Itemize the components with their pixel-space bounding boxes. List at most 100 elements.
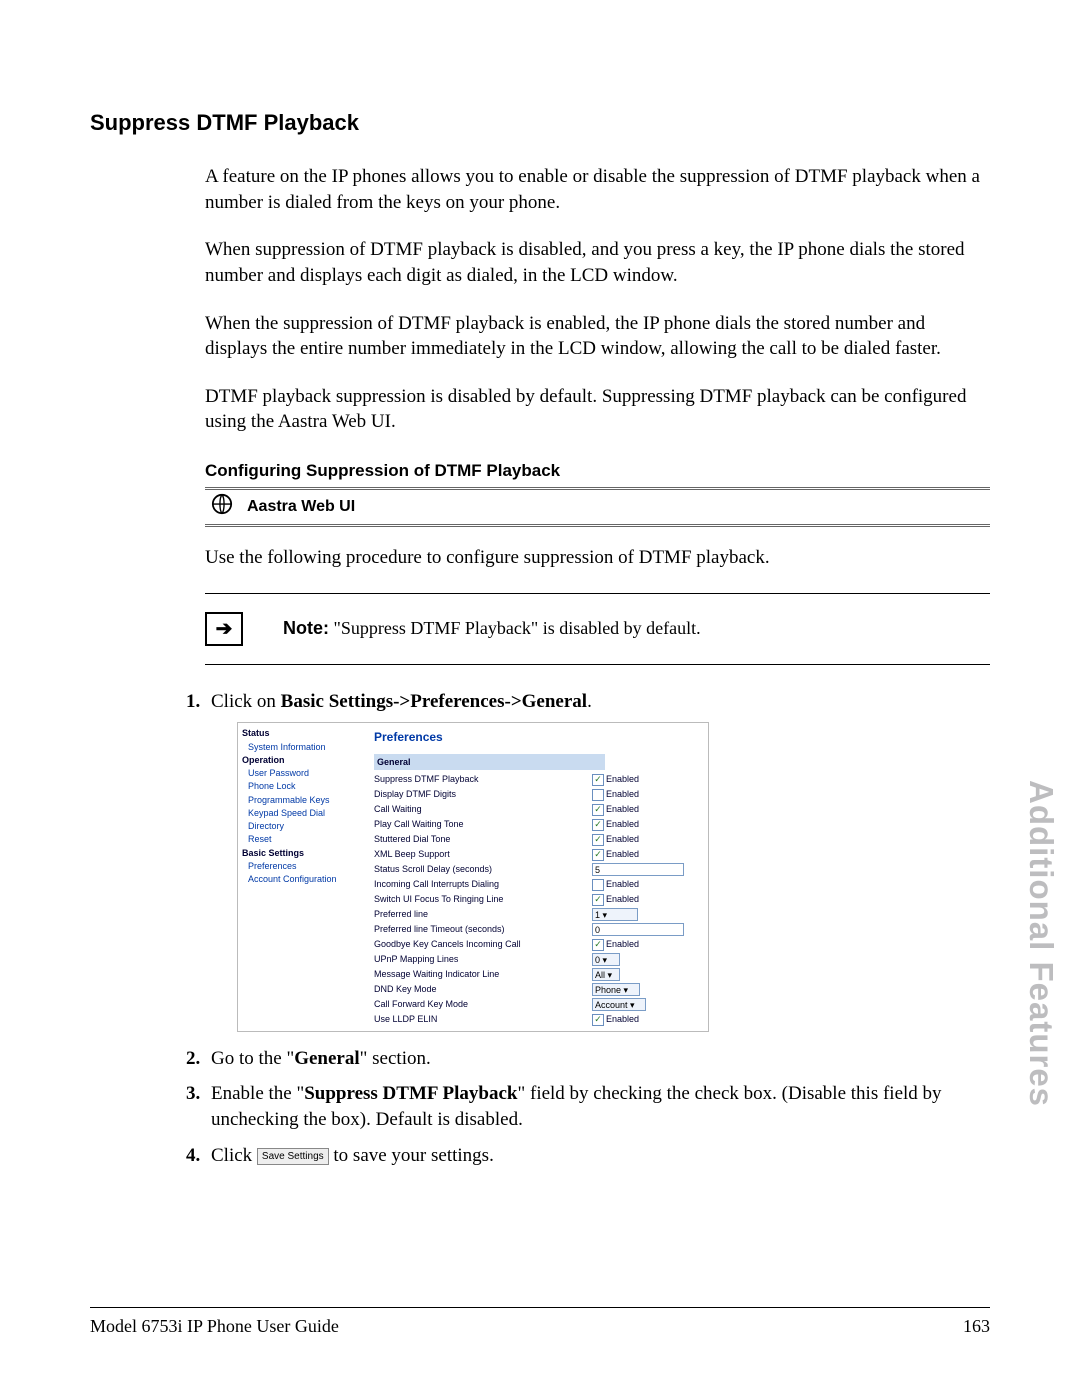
sidebar-status: Status [242,727,362,740]
note-block: ➔ Note: "Suppress DTMF Playback" is disa… [205,593,990,665]
aastra-web-ui-bar: Aastra Web UI [205,487,990,527]
row-incoming-enabled: Enabled [606,879,639,889]
procedure-intro: Use the following procedure to configure… [90,545,990,571]
row-suppress-enabled: Enabled [606,774,639,784]
row-dnd-label: DND Key Mode [374,983,592,995]
row-callwaiting-enabled: Enabled [606,804,639,814]
row-cfwd-label: Call Forward Key Mode [374,998,592,1010]
sidebar-preferences: Preferences [242,860,362,873]
sidebar-basic-settings: Basic Settings [242,847,362,860]
step-4: Click Save Settings to save your setting… [205,1143,990,1169]
step-3: Enable the "Suppress DTMF Playback" fiel… [205,1081,990,1132]
step-1-bold: Basic Settings->Preferences->General [281,691,587,712]
row-upnp-value: 0 [595,955,600,965]
row-incoming-checkbox[interactable] [592,879,604,891]
save-settings-button[interactable]: Save Settings [257,1148,329,1166]
body-paragraph-1: A feature on the IP phones allows you to… [90,164,990,215]
step-1-pre: Click on [211,691,281,712]
row-display-enabled: Enabled [606,789,639,799]
step-1: Click on Basic Settings->Preferences->Ge… [205,689,990,1032]
sidebar-user-password: User Password [242,767,362,780]
configuring-subheading: Configuring Suppression of DTMF Playback [90,461,990,481]
row-lldp-label: Use LLDP ELIN [374,1013,592,1025]
row-playcwt-enabled: Enabled [606,819,639,829]
row-statusscroll-input[interactable]: 5 [592,863,684,876]
page-footer: Model 6753i IP Phone User Guide 163 [90,1307,990,1337]
row-stuttered-enabled: Enabled [606,834,639,844]
body-paragraph-2: When suppression of DTMF playback is dis… [90,237,990,288]
row-preflinetimeout-label: Preferred line Timeout (seconds) [374,923,592,935]
row-upnp-label: UPnP Mapping Lines [374,953,592,965]
row-display-checkbox[interactable] [592,789,604,801]
note-text: Note: "Suppress DTMF Playback" is disabl… [283,618,701,639]
row-xmlbeep-label: XML Beep Support [374,848,592,860]
step-2-post: " section. [360,1048,431,1069]
row-playcwt-checkbox[interactable]: ✓ [592,819,604,831]
aastra-web-ui-label: Aastra Web UI [247,498,355,516]
row-callwaiting-label: Call Waiting [374,803,592,815]
sidebar-operation: Operation [242,754,362,767]
row-prefline-select[interactable]: 1 ▾ [592,908,638,921]
row-goodbye-enabled: Enabled [606,939,639,949]
step-2: Go to the "General" section. [205,1046,990,1072]
globe-icon [211,493,233,521]
row-upnp-select[interactable]: 0 ▾ [592,953,620,966]
step-2-bold: General [294,1048,359,1069]
row-switchui-checkbox[interactable]: ✓ [592,894,604,906]
step-3-pre: Enable the " [211,1083,304,1104]
sidebar-system-info: System Information [242,741,362,754]
row-prefline-label: Preferred line [374,908,592,920]
note-arrow-icon: ➔ [205,612,243,646]
sidebar-phone-lock: Phone Lock [242,780,362,793]
row-preflinetimeout-input[interactable]: 0 [592,923,684,936]
step-4-pre: Click [211,1145,257,1166]
note-label: Note: [283,618,329,638]
row-mwi-select[interactable]: All ▾ [592,968,620,981]
sidebar-account-config: Account Configuration [242,873,362,886]
body-paragraph-4: DTMF playback suppression is disabled by… [90,384,990,435]
row-display-label: Display DTMF Digits [374,788,592,800]
row-xmlbeep-checkbox[interactable]: ✓ [592,849,604,861]
row-playcwt-label: Play Call Waiting Tone [374,818,592,830]
row-statusscroll-label: Status Scroll Delay (seconds) [374,863,592,875]
row-lldp-checkbox[interactable]: ✓ [592,1014,604,1026]
row-mwi-value: All [595,970,605,980]
body-paragraph-3: When the suppression of DTMF playback is… [90,311,990,362]
row-mwi-label: Message Waiting Indicator Line [374,968,592,980]
sidebar-directory: Directory [242,820,362,833]
row-callwaiting-checkbox[interactable]: ✓ [592,804,604,816]
row-stuttered-checkbox[interactable]: ✓ [592,834,604,846]
preferences-screenshot: Status System Information Operation User… [237,722,709,1031]
row-lldp-enabled: Enabled [606,1014,639,1024]
sidebar-prog-keys: Programmable Keys [242,794,362,807]
screenshot-general-header: General [374,754,605,770]
row-suppress-checkbox[interactable]: ✓ [592,774,604,786]
row-cfwd-value: Account [595,1000,628,1010]
page-heading: Suppress DTMF Playback [90,110,990,136]
row-goodbye-checkbox[interactable]: ✓ [592,939,604,951]
note-body: "Suppress DTMF Playback" is disabled by … [334,618,701,638]
footer-page-number: 163 [963,1316,990,1337]
row-incoming-label: Incoming Call Interrupts Dialing [374,878,592,890]
screenshot-main-title: Preferences [374,729,700,745]
step-1-post: . [587,691,592,712]
step-4-post: to save your settings. [329,1145,494,1166]
row-stuttered-label: Stuttered Dial Tone [374,833,592,845]
row-suppress-label: Suppress DTMF Playback [374,773,592,785]
sidebar-keypad-speed-dial: Keypad Speed Dial [242,807,362,820]
row-cfwd-select[interactable]: Account ▾ [592,998,646,1011]
row-dnd-select[interactable]: Phone ▾ [592,983,640,996]
row-dnd-value: Phone [595,985,621,995]
screenshot-sidebar: Status System Information Operation User… [238,723,366,1030]
row-switchui-enabled: Enabled [606,894,639,904]
step-3-bold: Suppress DTMF Playback [304,1083,517,1104]
row-xmlbeep-enabled: Enabled [606,849,639,859]
screenshot-main: Preferences General Suppress DTMF Playba… [366,723,708,1030]
footer-left: Model 6753i IP Phone User Guide [90,1316,339,1337]
sidebar-reset: Reset [242,833,362,846]
side-tab-label: Additional Features [1022,780,1060,1107]
row-goodbye-label: Goodbye Key Cancels Incoming Call [374,938,592,950]
step-2-pre: Go to the " [211,1048,294,1069]
row-switchui-label: Switch UI Focus To Ringing Line [374,893,592,905]
row-prefline-value: 1 [595,910,600,920]
